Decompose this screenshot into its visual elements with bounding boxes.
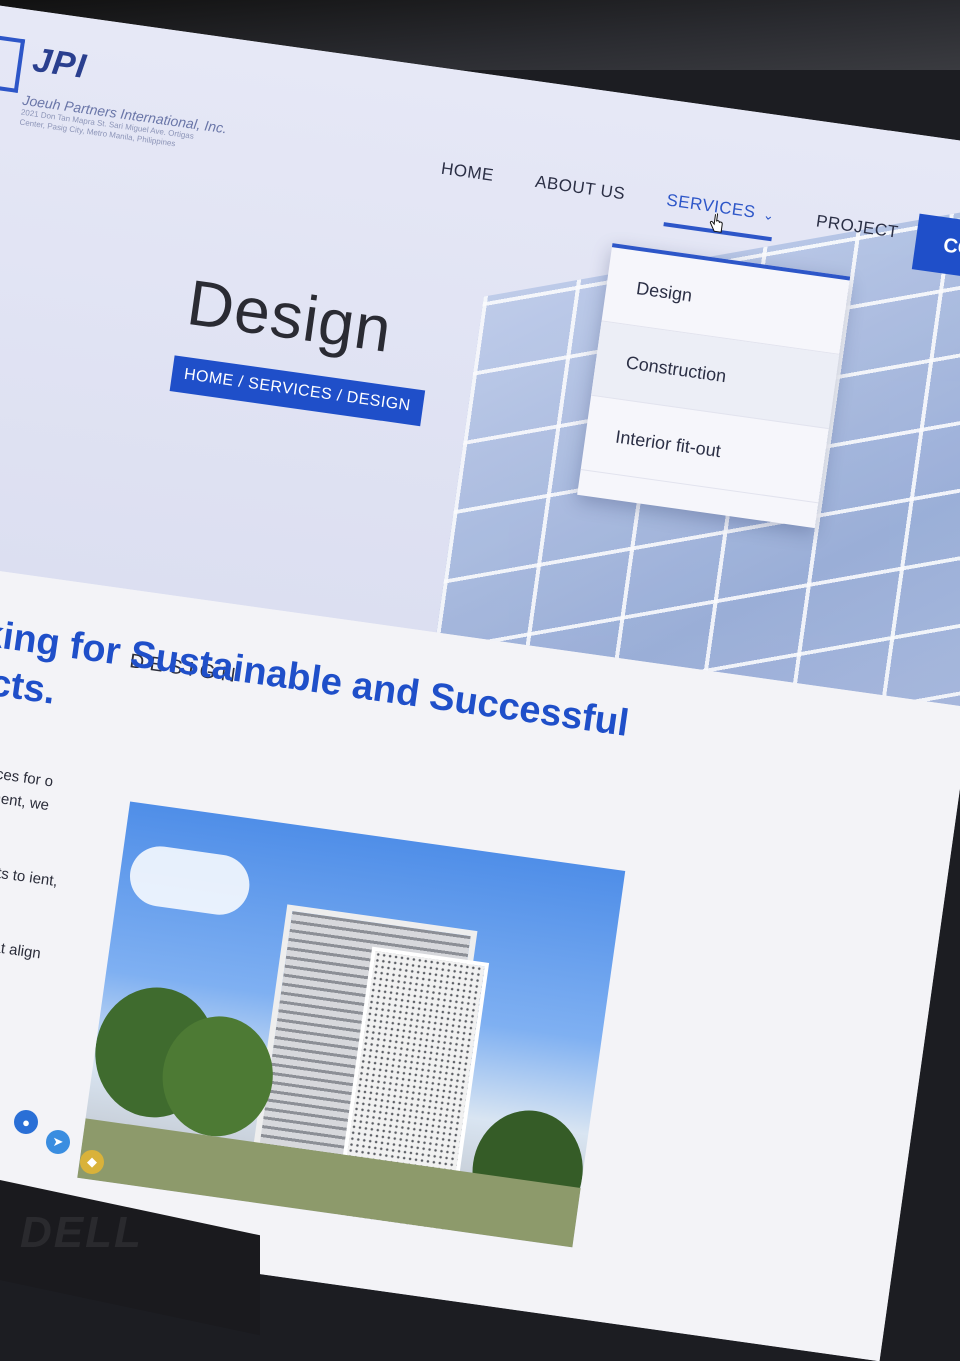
body-paragraph: n, we work closely hat align with your (0, 920, 42, 963)
building-photo (77, 801, 626, 1248)
logo-name: JPI (30, 40, 90, 87)
page-title: Design (183, 266, 397, 366)
nav-services[interactable]: SERVICES ⌄ (662, 190, 777, 242)
nav-project[interactable]: PROJECT (815, 211, 900, 242)
section-body: nd planning services for o concept devel… (0, 747, 73, 1017)
monitor-brand-logo: DELL (20, 1208, 143, 1257)
app-icon[interactable]: ◆ (80, 1150, 104, 1174)
hand-pointer-cursor-icon (709, 212, 723, 233)
main-navigation: HOME ABOUT US SERVICES ⌄ PROJECT (438, 159, 900, 259)
nav-about-us[interactable]: ABOUT US (534, 172, 626, 204)
browser-viewport: JPI Joeuh Partners International, Inc. 2… (0, 0, 960, 1361)
cloud-shape (126, 842, 254, 919)
breadcrumb[interactable]: HOME / SERVICES / DESIGN (169, 355, 425, 427)
body-paragraph: nd planning services for o concept devel… (0, 750, 55, 815)
telegram-icon[interactable]: ➤ (46, 1130, 70, 1154)
services-dropdown-menu: Design Construction Interior fit-out (577, 243, 851, 529)
logo-mark-icon (0, 35, 26, 93)
nav-home[interactable]: HOME (440, 159, 495, 186)
chat-app-icon[interactable]: ● (14, 1110, 38, 1134)
body-paragraph: trategies and permits to ient, sustainab… (0, 847, 59, 891)
chevron-down-icon: ⌄ (762, 206, 776, 224)
site-logo[interactable]: JPI Joeuh Partners International, Inc. 2… (0, 35, 235, 156)
